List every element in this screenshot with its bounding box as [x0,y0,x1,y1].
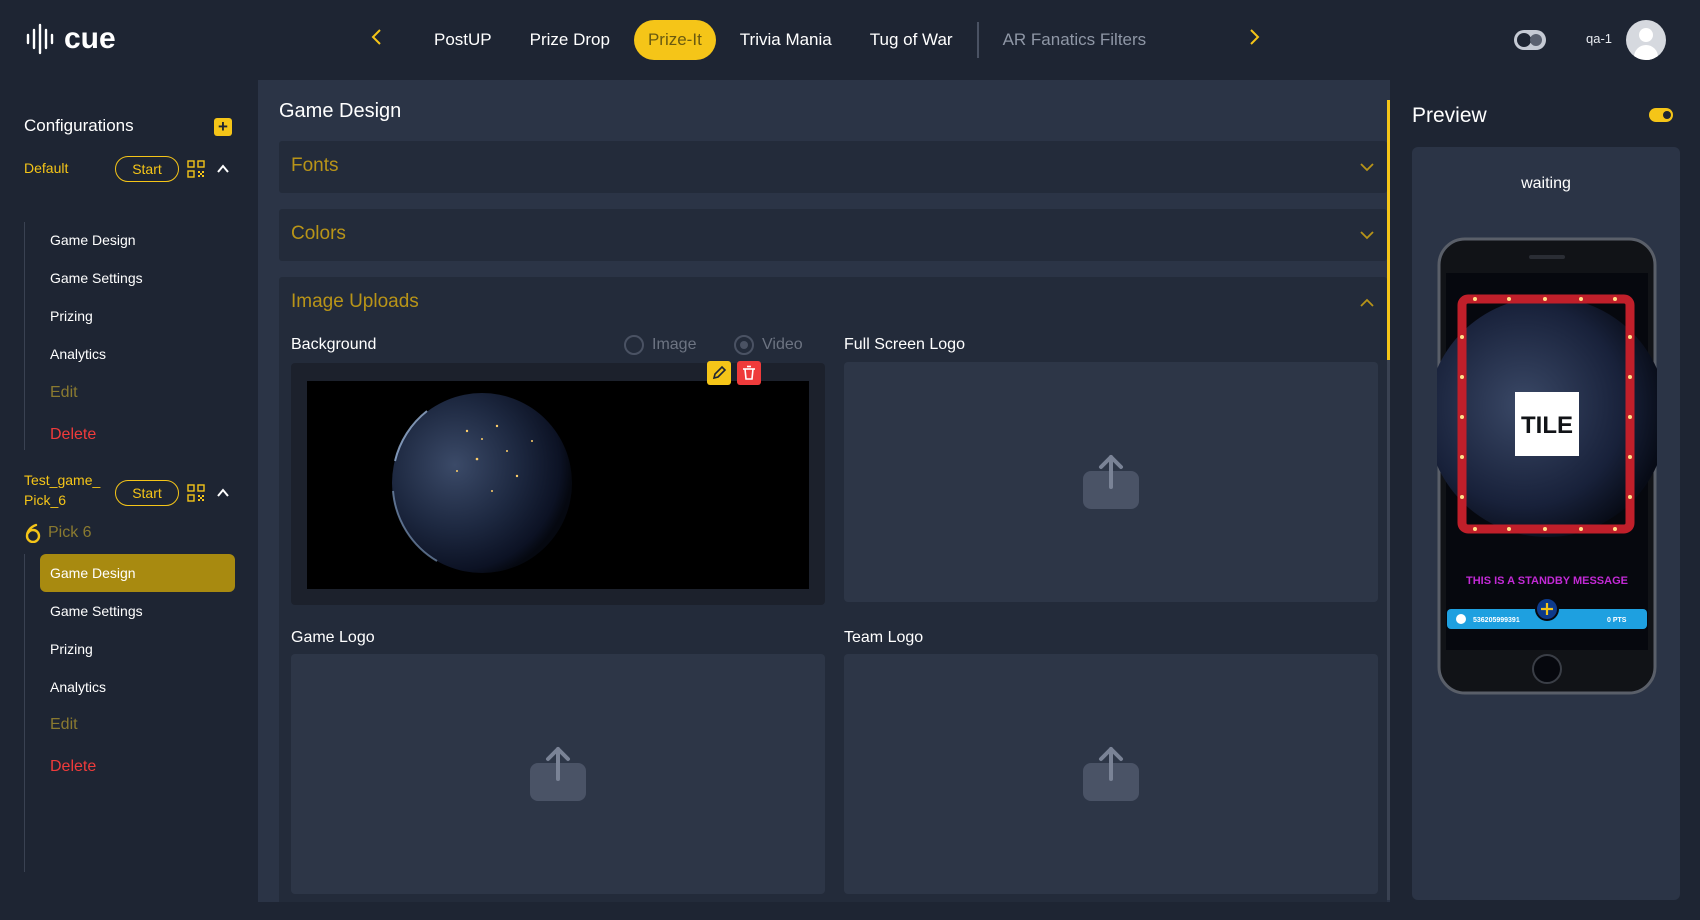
preview-toggle[interactable] [1649,108,1673,122]
configurations-title: Configurations [24,116,134,135]
preview-title: Preview [1412,104,1487,127]
nav-analytics[interactable]: Analytics [50,679,106,695]
tab-ar-fanatics-filters[interactable]: AR Fanatics Filters [989,20,1161,60]
radio-dot-selected [734,335,754,355]
game-type-label: Pick 6 [24,523,92,543]
preview-status: waiting [1521,175,1571,192]
qr-code-icon[interactable] [187,160,205,178]
full-screen-logo-label: Full Screen Logo [844,336,965,353]
chevron-down-icon [1360,163,1374,172]
tree-line [24,554,25,872]
upload-icon [530,747,586,801]
upload-icon [1083,455,1139,509]
start-button-test-game[interactable]: Start [115,480,179,506]
collapse-chevron-icon[interactable] [216,162,230,176]
tab-prize-drop[interactable]: Prize Drop [516,20,624,60]
accordion-fonts[interactable]: Fonts [279,141,1387,193]
game-tabs: PostUP Prize Drop Prize-It Trivia Mania … [420,20,1170,60]
radio-video[interactable]: Video [734,335,803,355]
edit-background-button[interactable] [707,361,731,385]
top-bar: cue PostUP Prize Drop Prize-It Trivia Ma… [0,0,1700,80]
collapse-chevron-icon[interactable] [216,486,230,500]
tab-tug-of-war[interactable]: Tug of War [856,20,967,60]
accordion-title: Colors [291,223,346,244]
add-configuration-button[interactable]: + [214,118,232,136]
trash-icon [743,365,755,380]
nav-game-design[interactable]: Game Design [50,232,136,248]
start-button-default[interactable]: Start [115,156,179,182]
team-logo-upload[interactable] [844,654,1378,894]
pencil-icon [712,365,727,380]
background-label: Background [291,336,377,353]
config-name-default[interactable]: Default [24,158,68,178]
sidebar: Configurations + Default Start Game Desi… [0,80,258,920]
delete-background-button[interactable] [737,361,761,385]
nav-game-design-active[interactable]: Game Design [40,554,235,592]
page-title: Game Design [279,100,402,122]
cue-logo[interactable]: cue [24,22,116,56]
pick6-icon [25,523,41,543]
chevron-up-icon[interactable] [1359,295,1375,311]
config-name-test-game-pick6[interactable]: Test_game_ Pick_6 [24,470,100,510]
background-upload[interactable] [291,361,825,605]
username: qa-1 [1586,31,1613,46]
avatar[interactable] [1626,20,1666,60]
game-logo-upload[interactable] [291,654,825,894]
chevron-down-icon [1360,231,1374,240]
theme-toggle[interactable] [1514,30,1546,50]
radio-image[interactable]: Image [624,335,696,355]
tabs-prev-arrow[interactable] [365,26,389,54]
upload-icon [1083,747,1139,801]
tab-postup[interactable]: PostUP [420,20,506,60]
preview-card: waiting TILE THIS IS A STANDBY MESSAGE 5… [1412,147,1680,900]
tab-prize-it[interactable]: Prize-It [633,20,716,60]
tree-line [24,222,25,450]
preview-bar-id: 536205999391 [1473,617,1520,624]
nav-delete[interactable]: Delete [50,426,96,444]
nav-edit[interactable]: Edit [50,716,78,734]
nav-prizing[interactable]: Prizing [50,641,93,657]
nav-game-settings[interactable]: Game Settings [50,270,143,286]
tabs-next-arrow[interactable] [1242,26,1266,54]
logo-text: cue [64,22,116,55]
preview-standby-message: THIS IS A STANDBY MESSAGE [1466,575,1628,587]
phone-mockup: TILE THIS IS A STANDBY MESSAGE 536205999… [1437,237,1657,695]
tabs-divider [976,22,979,58]
game-logo-label: Game Logo [291,629,375,646]
nav-edit[interactable]: Edit [50,384,78,402]
accordion-title[interactable]: Image Uploads [291,291,419,313]
waveform-icon [26,23,54,55]
earth-image [392,393,572,573]
team-logo-label: Team Logo [844,629,924,646]
preview-panel: Preview waiting TILE THIS IS A STANDBY M… [1390,80,1700,920]
accordion-colors[interactable]: Colors [279,209,1387,261]
nav-game-settings[interactable]: Game Settings [50,603,143,619]
preview-tile-text: TILE [1521,412,1573,439]
chevron-right-icon [1250,29,1260,45]
nav-prizing[interactable]: Prizing [50,308,93,324]
chevron-left-icon [371,29,381,45]
background-video-preview [307,381,809,589]
qr-code-icon[interactable] [187,484,205,502]
nav-delete[interactable]: Delete [50,758,96,776]
tab-trivia-mania[interactable]: Trivia Mania [726,20,846,60]
accordion-title: Fonts [291,155,339,176]
preview-bar-pts: 0 PTS [1607,617,1627,624]
radio-dot [624,335,644,355]
nav-analytics[interactable]: Analytics [50,346,106,362]
full-screen-logo-upload[interactable] [844,362,1378,602]
